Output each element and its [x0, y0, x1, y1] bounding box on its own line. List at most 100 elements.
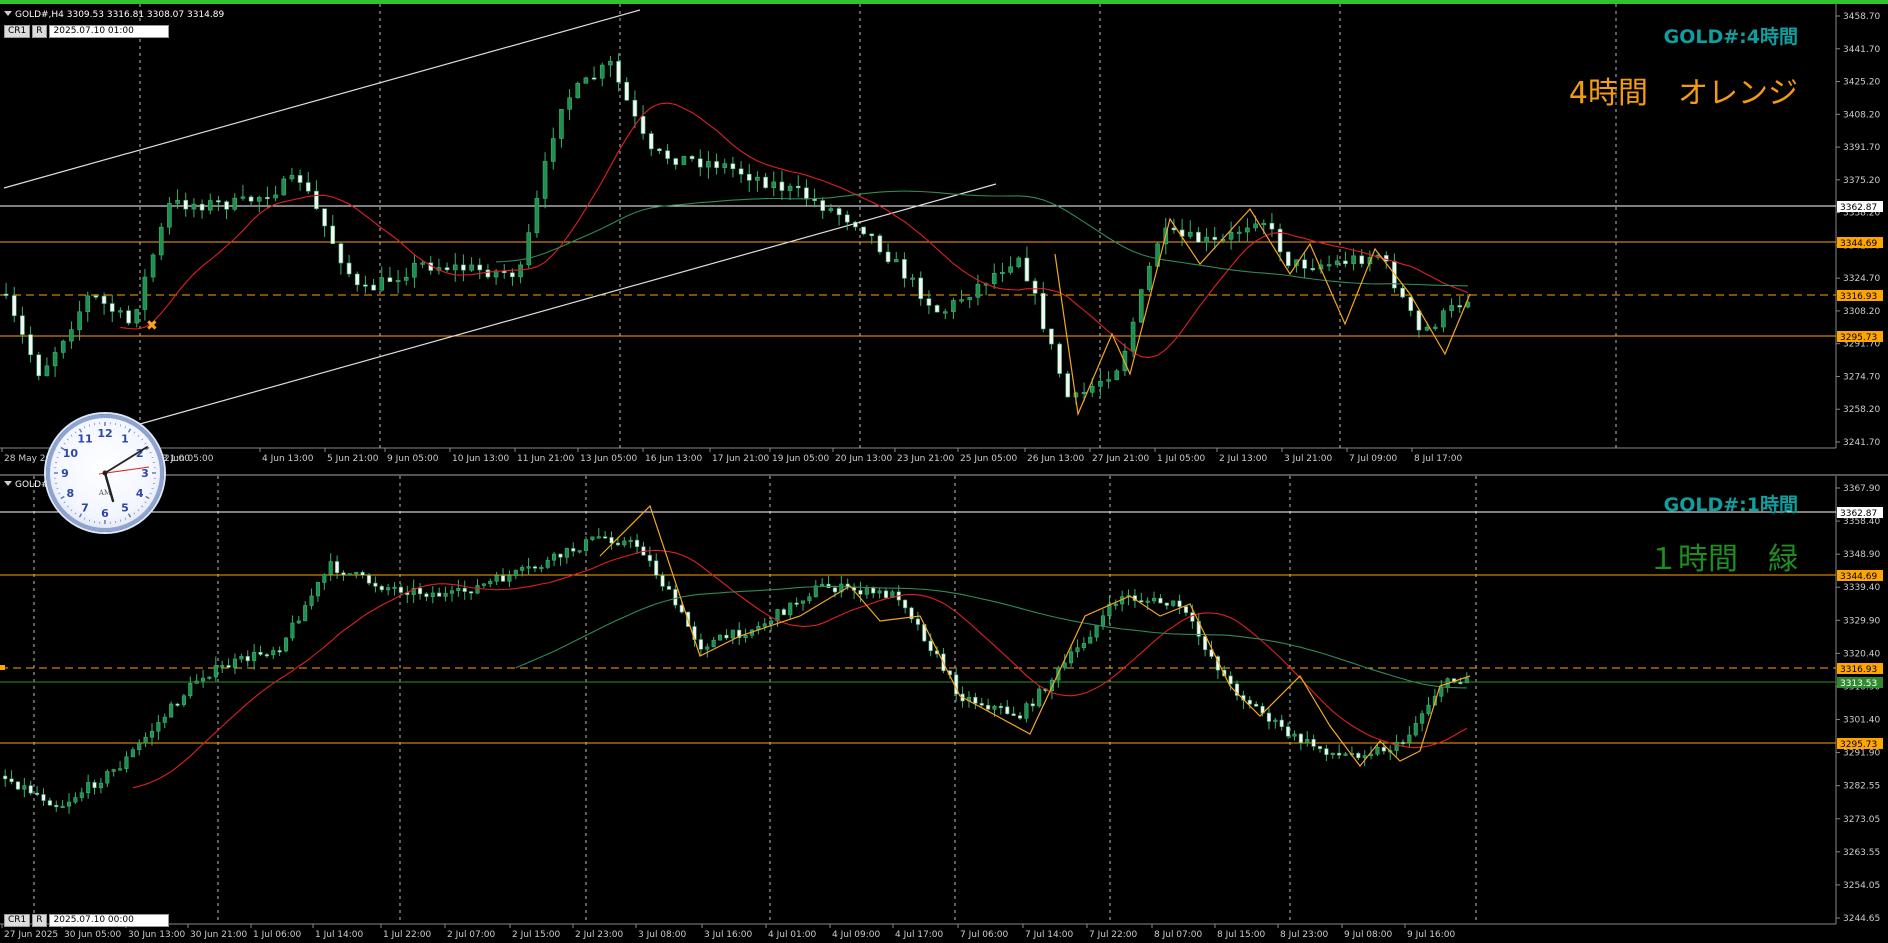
candle-body	[545, 559, 550, 568]
candle-body	[609, 537, 614, 544]
candle-body	[289, 175, 295, 180]
time-tick-label: 4 Jul 01:00	[768, 930, 817, 940]
price-tick-label: 3348.90	[1843, 550, 1880, 560]
candle-body	[1069, 651, 1074, 664]
candle-body	[387, 277, 393, 282]
h1-symbol-label: GOLD#:1時間	[1663, 494, 1798, 516]
collapse-triangle-icon[interactable]	[4, 481, 12, 486]
r-button[interactable]: R	[32, 914, 47, 927]
candle-body	[444, 267, 450, 271]
candle-body	[1081, 642, 1086, 648]
candle-body	[162, 716, 167, 723]
clock-numeral: 9	[61, 467, 69, 480]
h1-chart-canvas[interactable]: 3367.903358.403348.903339.403329.903320.…	[0, 476, 1888, 943]
candle-body	[520, 567, 525, 571]
candle-body	[109, 303, 115, 312]
candle-body	[1088, 636, 1093, 644]
candle-body	[724, 634, 729, 639]
candle-body	[1152, 597, 1157, 602]
candle-body	[265, 196, 270, 200]
candle-body	[240, 196, 246, 199]
h4-chart-panel[interactable]: 3458.70 3441.70 3425.20 3408.20 3391.70 3375.…	[0, 0, 1888, 470]
candle-body	[3, 775, 8, 780]
candle-body	[1424, 326, 1430, 331]
candle-body	[1171, 227, 1177, 231]
candle-body	[1305, 739, 1310, 744]
price-tick-label: 3320.40	[1843, 649, 1880, 659]
candle-body	[705, 646, 710, 650]
candle-body	[1279, 719, 1284, 728]
candle-body	[207, 200, 213, 211]
candle-body	[1089, 386, 1095, 393]
candle-body	[1171, 600, 1176, 606]
candle-body	[290, 622, 295, 639]
candle-body	[437, 592, 442, 597]
candle-body	[666, 586, 672, 590]
candle-body	[689, 155, 695, 160]
candle-body	[532, 566, 537, 569]
candle-body	[398, 586, 403, 593]
candle-body	[998, 705, 1003, 709]
candle-body	[730, 629, 735, 639]
candle-body	[877, 235, 883, 253]
candle-body	[216, 200, 221, 203]
candle-body	[386, 587, 391, 591]
candle-body	[105, 771, 110, 784]
clock-tick	[137, 434, 140, 437]
cr1-button[interactable]: CR1	[4, 914, 31, 927]
candle-body	[395, 280, 401, 283]
candle-body	[124, 756, 129, 770]
cr1-button[interactable]: CR1	[4, 25, 31, 38]
candle-body	[746, 173, 752, 181]
candle-body	[942, 311, 948, 314]
clock-tick	[83, 517, 86, 520]
candle-body	[1407, 734, 1412, 743]
price-tick-label: 3367.90	[1843, 484, 1880, 494]
candle-body	[475, 585, 480, 594]
clock-tick	[149, 451, 152, 454]
candle-body	[1330, 752, 1335, 755]
price-tick-label: 3273.05	[1843, 815, 1880, 825]
candle-body	[717, 634, 723, 641]
candle-body	[1158, 597, 1163, 604]
candle-body	[779, 181, 785, 191]
collapse-triangle-icon[interactable]	[4, 11, 12, 16]
clock-numeral: 5	[121, 502, 129, 515]
candle-body	[781, 609, 786, 616]
h1-chart-panel[interactable]: 3367.90 3358.40 3348.90 3339.40 3329.90 3320.…	[0, 474, 1888, 943]
candle-body	[142, 276, 148, 310]
candle-body	[550, 138, 556, 162]
candle-body	[673, 158, 679, 165]
time-tick-label: 7 Jul 09:00	[1349, 454, 1398, 464]
candle-body	[118, 768, 123, 771]
candle-body	[771, 181, 777, 189]
candle-body	[175, 703, 180, 706]
candle-body	[194, 680, 199, 684]
candle-body	[188, 683, 193, 697]
candle-body	[743, 634, 748, 638]
candle-body	[1024, 703, 1029, 719]
candle-body	[469, 591, 474, 594]
clock-tick	[74, 512, 77, 515]
candle-body	[481, 583, 486, 586]
candle-body	[488, 580, 493, 585]
time-tick-label: 1 Jul 14:00	[315, 930, 364, 940]
time-tick-label: 5 Jun 21:00	[327, 454, 379, 464]
candle-body	[596, 536, 601, 539]
candle-body	[335, 561, 340, 574]
candle-body	[85, 295, 91, 313]
candle-body	[1324, 748, 1329, 755]
clock-center-pin	[102, 470, 108, 476]
candle-body	[973, 696, 978, 704]
candle-body	[1212, 236, 1218, 240]
candle-body	[1190, 612, 1195, 622]
candle-body	[1138, 289, 1144, 323]
candle-body	[1381, 746, 1386, 752]
candle-body	[599, 64, 605, 79]
candle-body	[1464, 677, 1469, 684]
candle-body	[379, 586, 384, 591]
analog-clock-widget[interactable]: 12 1 2 3 4 5 6 7 8 9 10 11 AM	[46, 414, 164, 532]
candle-body	[226, 665, 231, 668]
r-button[interactable]: R	[32, 25, 47, 38]
candle-body	[1416, 310, 1422, 331]
